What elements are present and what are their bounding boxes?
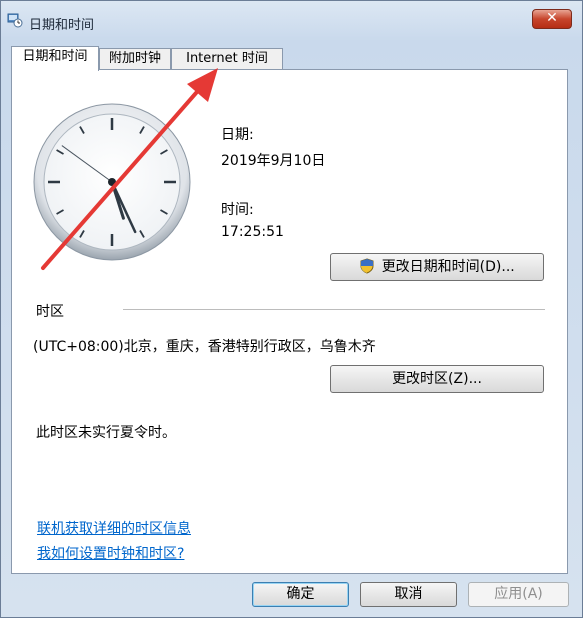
ok-button[interactable]: 确定	[252, 582, 349, 607]
tab-additional-clocks[interactable]: 附加时钟	[99, 48, 171, 70]
ok-label: 确定	[286, 586, 315, 602]
tab-additional-clocks-label: 附加时钟	[108, 51, 161, 66]
cancel-button[interactable]: 取消	[360, 582, 457, 607]
dst-note: 此时区未实行夏令时。	[36, 425, 176, 441]
clock-center-pin	[108, 178, 116, 186]
tab-date-time[interactable]: 日期和时间	[11, 46, 99, 71]
window-title: 日期和时间	[29, 18, 95, 33]
change-date-time-label: 更改日期和时间(D)...	[381, 259, 515, 275]
close-button[interactable]: ✕	[532, 9, 572, 29]
online-timezone-info-link[interactable]: 联机获取详细的时区信息	[37, 518, 191, 538]
analog-clock	[33, 103, 191, 261]
tab-internet-time-label: Internet 时间	[186, 51, 268, 66]
how-to-set-clock-link[interactable]: 我如何设置时钟和时区?	[37, 543, 184, 563]
tab-panel: 日期: 2019年9月10日 时间: 17:25:51 更改日期和时间(D)..…	[11, 69, 568, 574]
time-label: 时间:	[221, 202, 254, 218]
date-time-dialog: 日期和时间 ✕ 日期和时间 附加时钟 Internet 时间 日期: 2019年…	[0, 0, 583, 618]
tab-date-time-label: 日期和时间	[22, 49, 88, 64]
tab-internet-time[interactable]: Internet 时间	[171, 48, 283, 70]
date-label: 日期:	[221, 127, 254, 143]
date-value: 2019年9月10日	[221, 153, 326, 169]
timezone-value: (UTC+08:00)北京，重庆，香港特别行政区，乌鲁木齐	[33, 339, 376, 355]
uac-shield-icon	[360, 258, 374, 274]
close-icon: ✕	[546, 10, 558, 26]
date-time-app-icon	[7, 13, 23, 28]
apply-label: 应用(A)	[494, 586, 543, 602]
change-timezone-button[interactable]: 更改时区(Z)...	[330, 365, 544, 393]
apply-button[interactable]: 应用(A)	[468, 582, 569, 607]
title-bar[interactable]: 日期和时间 ✕	[1, 1, 582, 37]
change-date-time-button[interactable]: 更改日期和时间(D)...	[330, 253, 544, 281]
timezone-section-label: 时区	[36, 304, 64, 320]
time-value: 17:25:51	[221, 224, 284, 240]
cancel-label: 取消	[394, 586, 423, 602]
change-timezone-label: 更改时区(Z)...	[392, 371, 482, 387]
timezone-separator	[123, 309, 545, 311]
